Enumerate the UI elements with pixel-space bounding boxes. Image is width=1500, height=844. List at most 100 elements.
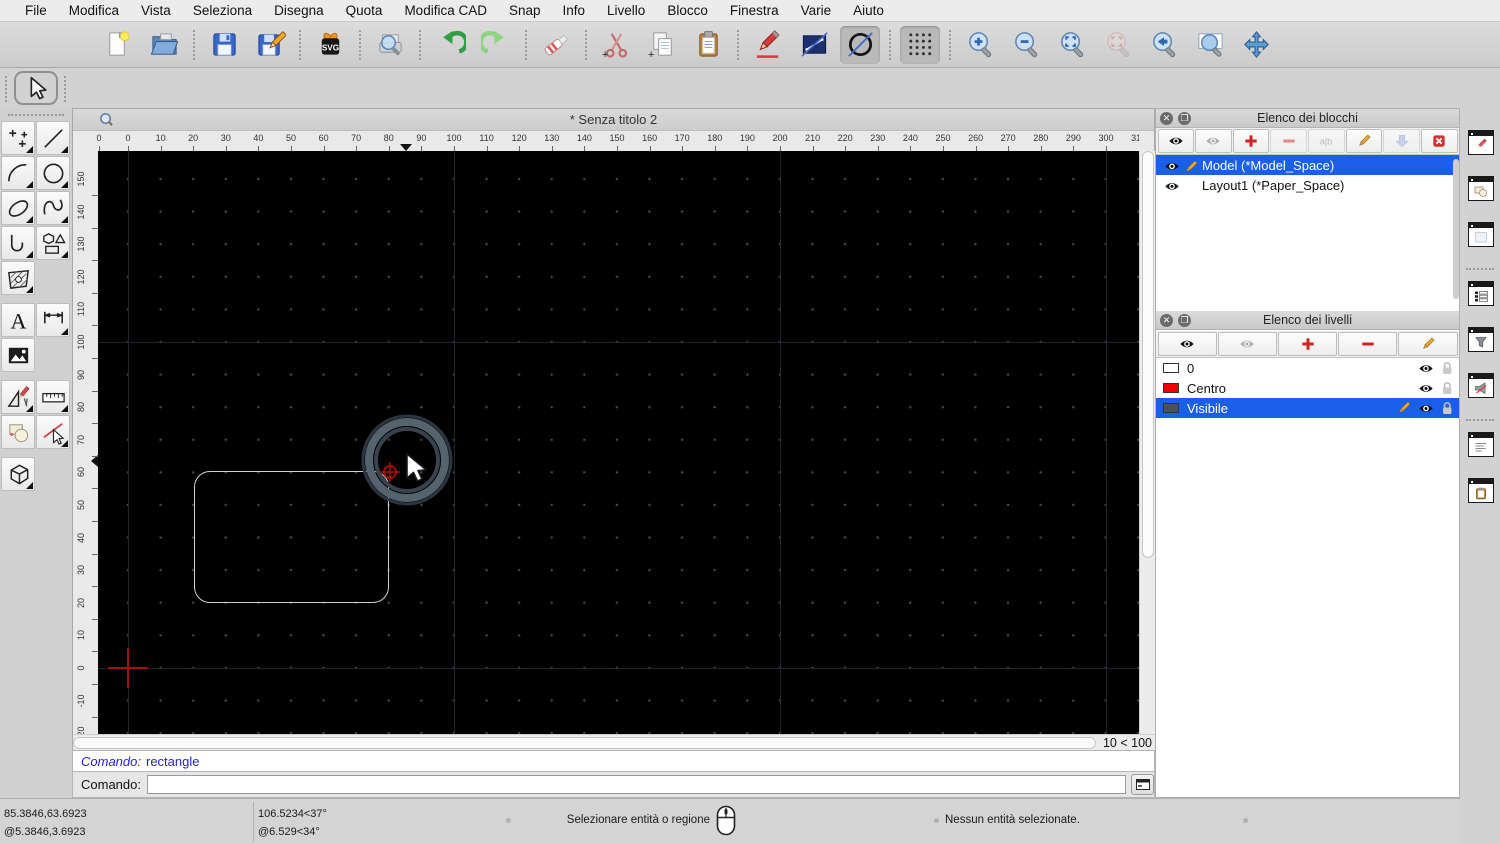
drawing-title-bar[interactable]: * Senza titolo 2 [73, 109, 1154, 131]
eye-icon[interactable] [1418, 383, 1434, 394]
toolbar-zoom-window-button[interactable] [1190, 26, 1230, 64]
toolbar-restrict-off-button[interactable] [840, 25, 880, 64]
toolbar-svg-export-button[interactable]: SVG [310, 26, 350, 64]
layer-row[interactable]: Centro [1156, 378, 1459, 398]
layer-row[interactable]: 0 [1156, 358, 1459, 378]
toolbar-undo-button[interactable] [430, 26, 470, 64]
toolbar-delete-entities-button[interactable] [536, 26, 576, 64]
toolbar-zoom-previous-button[interactable] [1144, 26, 1184, 64]
toolbar-zoom-selection-button[interactable] [1098, 26, 1138, 64]
vertical-scrollbar[interactable] [1139, 151, 1156, 734]
menu-seleziona[interactable]: Seleziona [182, 3, 263, 18]
menu-info[interactable]: Info [552, 3, 597, 18]
toolbar-copy-button[interactable]: + [642, 26, 682, 64]
hide-all-layers-button[interactable] [1217, 332, 1277, 356]
palette-polyline-tools-button[interactable] [1, 226, 35, 260]
command-history-toggle[interactable] [1464, 428, 1497, 461]
eye-icon[interactable] [1164, 160, 1180, 171]
drawing-canvas[interactable] [98, 151, 1139, 734]
palette-modify-tools-button[interactable] [1, 380, 35, 414]
palette-shape-tools-button[interactable] [36, 226, 70, 260]
select-tool-button[interactable] [14, 71, 58, 105]
clipboard-toggle[interactable] [1464, 474, 1497, 507]
edit-layer-button[interactable] [1398, 332, 1458, 356]
rename-block-button[interactable]: a|b [1308, 129, 1345, 153]
insert-block-button[interactable] [1383, 129, 1420, 153]
eye-icon[interactable] [1164, 180, 1180, 191]
palette-line-tools-button[interactable] [36, 121, 70, 155]
menu-varie[interactable]: Varie [790, 3, 843, 18]
lock-icon[interactable] [1441, 381, 1453, 395]
block-list-toggle[interactable] [1464, 172, 1497, 205]
detach-icon[interactable]: ❐ [1178, 111, 1191, 125]
menu-vista[interactable]: Vista [130, 3, 182, 18]
toolbar-cut-button[interactable]: + [596, 26, 636, 64]
command-widget-toggle-button[interactable] [1131, 774, 1154, 795]
block-row[interactable]: Model (*Model_Space) [1156, 155, 1459, 175]
toolbar-redo-button[interactable] [476, 26, 516, 64]
command-input[interactable] [146, 775, 1127, 794]
menu-disegna[interactable]: Disegna [263, 3, 335, 18]
palette-text-tool-button[interactable]: A [1, 303, 35, 337]
menu-aiuto[interactable]: Aiuto [842, 3, 895, 18]
palette-circle-tools-button[interactable] [36, 156, 70, 190]
menu-livello[interactable]: Livello [596, 3, 656, 18]
menu-modifica[interactable]: Modifica [58, 3, 130, 18]
menu-modifica-cad[interactable]: Modifica CAD [393, 3, 498, 18]
selection-list-toggle[interactable] [1464, 277, 1497, 310]
toolbar-zoom-auto-button[interactable] [1052, 26, 1092, 64]
toolbar-zoom-in-button[interactable] [960, 26, 1000, 64]
edit-block-button[interactable] [1345, 129, 1383, 153]
toolbar-save-button[interactable] [204, 26, 244, 64]
menu-file[interactable]: File [14, 3, 58, 18]
menu-blocco[interactable]: Blocco [656, 3, 719, 18]
toolbar-paste-button[interactable] [688, 26, 728, 64]
menu-snap[interactable]: Snap [498, 3, 552, 18]
show-all-layers-button[interactable] [1157, 332, 1217, 356]
show-all-blocks-button[interactable] [1157, 129, 1195, 153]
close-icon[interactable]: ✕ [1160, 313, 1173, 327]
palette-ellipse-tools-button[interactable] [1, 191, 35, 225]
vertical-scrollbar-thumb[interactable] [1142, 151, 1154, 558]
toolbar-grid-toggle-button[interactable] [900, 25, 940, 64]
close-icon[interactable]: ✕ [1160, 111, 1173, 125]
remove-layer-button[interactable] [1338, 332, 1398, 356]
menu-quota[interactable]: Quota [335, 3, 394, 18]
palette-spline-tools-button[interactable] [36, 191, 70, 225]
palette-dimension-tools-button[interactable] [36, 303, 70, 337]
palette-image-tool-button[interactable] [1, 338, 35, 372]
horizontal-scrollbar-thumb[interactable] [73, 737, 1096, 749]
add-layer-button[interactable] [1277, 332, 1338, 356]
palette-hatch-tool-button[interactable] [1, 261, 35, 295]
lock-icon[interactable] [1441, 401, 1453, 415]
purge-block-button[interactable] [1420, 129, 1458, 153]
add-block-button[interactable] [1232, 129, 1270, 153]
toolbar-line-tools-button[interactable] [794, 26, 834, 64]
block-list-scrollbar-thumb[interactable] [1453, 159, 1459, 299]
layer-list-toggle[interactable] [1464, 218, 1497, 251]
toolbar-save-as-button[interactable] [250, 26, 290, 64]
filter-toggle[interactable] [1464, 323, 1497, 356]
block-row[interactable]: Layout1 (*Paper_Space) [1156, 175, 1459, 195]
hide-all-blocks-button[interactable] [1195, 129, 1232, 153]
palette-arc-tools-button[interactable] [1, 156, 35, 190]
palette-measure-tools-button[interactable] [36, 380, 70, 414]
eye-icon[interactable] [1418, 403, 1434, 414]
remove-block-button[interactable] [1270, 129, 1307, 153]
toolbar-zoom-out-button[interactable] [1006, 26, 1046, 64]
library-toggle[interactable] [1464, 369, 1497, 402]
palette-point-tools-button[interactable] [1, 121, 35, 155]
menu-finestra[interactable]: Finestra [719, 3, 790, 18]
layer-row[interactable]: Visibile [1156, 398, 1459, 418]
toolbar-new-file-button[interactable] [98, 26, 138, 64]
eye-icon[interactable] [1418, 363, 1434, 374]
detach-icon[interactable]: ❐ [1178, 313, 1191, 327]
toolbar-print-preview-button[interactable] [370, 26, 410, 64]
toolbar-open-file-button[interactable] [144, 26, 184, 64]
palette-block-tools-button[interactable] [1, 415, 35, 449]
lock-icon[interactable] [1441, 361, 1453, 375]
toolbar-pan-button[interactable] [1236, 26, 1276, 64]
palette-modify-select-button[interactable] [36, 415, 70, 449]
property-editor-toggle[interactable] [1464, 126, 1497, 159]
horizontal-scrollbar[interactable]: 10 < 100 [73, 734, 1156, 751]
